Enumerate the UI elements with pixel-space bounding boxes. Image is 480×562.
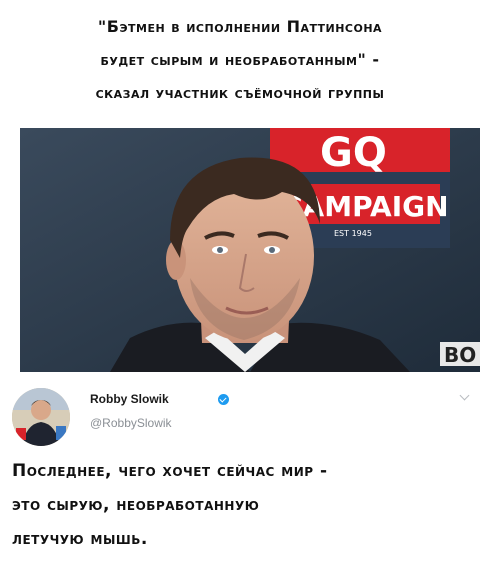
author-avatar[interactable] [12,388,70,446]
tweet-text-line-1: Последнее, чего хочет сейчас мир - [12,461,328,481]
headline-line-2: будет сырым и необработанным" - [100,50,380,69]
verified-icon [218,394,229,405]
backdrop-logo: GQ [320,130,387,176]
tweet-text: Последнее, чего хочет сейчас мир - это с… [12,454,472,556]
author-handle[interactable]: @RobbySlowik [90,416,172,430]
headline: "Бэтмен в исполнении Паттинсона будет сы… [10,10,470,109]
backdrop-fragment: BO [444,343,476,367]
headline-line-3: сказал участник съёмочной группы [95,83,385,102]
avatar-illustration [12,388,70,446]
tweet-card: Robby Slowik @RobbySlowik Последнее, чег… [0,374,480,562]
celebrity-photo: GQ CAMPAIGN EST 1945 BO [20,128,480,372]
photo-illustration: GQ CAMPAIGN EST 1945 BO [20,128,480,372]
tweet-text-line-3: летучую мышь. [12,529,148,549]
headline-line-1: "Бэтмен в исполнении Паттинсона [97,17,383,36]
backdrop-est: EST 1945 [334,229,372,238]
author-name[interactable]: Robby Slowik [90,392,169,406]
chevron-down-icon[interactable] [459,390,470,401]
tweet-text-line-2: это сырую, необработанную [12,495,260,515]
